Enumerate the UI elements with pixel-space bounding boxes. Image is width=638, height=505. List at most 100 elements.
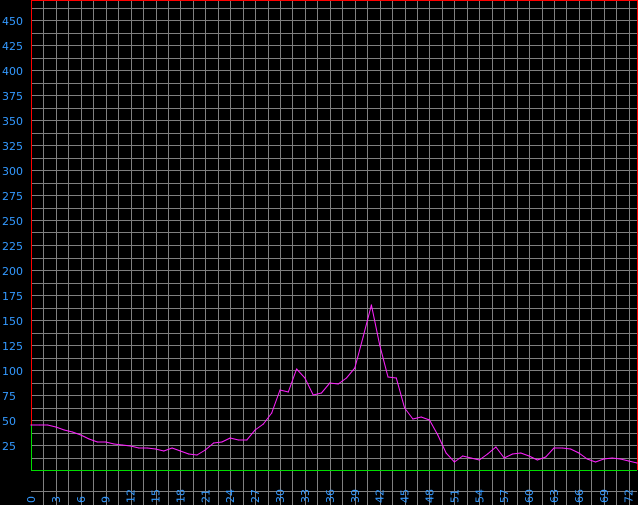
data-point (528, 455, 530, 457)
x-tick-label: 9 (100, 496, 113, 503)
x-tick-label: 54 (473, 489, 486, 503)
x-tick-label: 18 (174, 489, 187, 503)
data-point (55, 426, 57, 428)
data-point (262, 423, 264, 425)
data-point (578, 452, 580, 454)
data-point (495, 446, 497, 448)
data-point (171, 447, 173, 449)
y-tick-label: 450 (2, 15, 23, 28)
data-point (611, 457, 613, 459)
data-point (345, 377, 348, 379)
data-point (88, 438, 90, 440)
data-point (130, 445, 132, 447)
data-point (271, 412, 273, 414)
data-point (428, 419, 431, 421)
data-point (453, 461, 455, 463)
data-point (329, 382, 331, 384)
data-point (105, 441, 107, 443)
y-tick-label: 325 (2, 140, 23, 153)
y-tick-label: 225 (2, 240, 23, 253)
data-point (146, 447, 148, 449)
x-tick-label: 69 (598, 489, 611, 503)
data-point (511, 453, 514, 455)
x-tick-label: 21 (199, 489, 212, 503)
y-tick-label: 375 (2, 90, 23, 103)
data-point (387, 376, 389, 378)
data-point (354, 367, 356, 369)
data-point (80, 434, 82, 436)
data-point (395, 377, 397, 379)
data-point (113, 443, 115, 445)
data-point (221, 441, 223, 443)
x-tick-label: 30 (274, 489, 287, 503)
data-point (470, 457, 472, 459)
data-point (287, 391, 289, 393)
data-point (420, 416, 422, 418)
data-point (279, 389, 281, 391)
x-tick-label: 6 (75, 496, 88, 503)
data-point (213, 442, 215, 444)
data-point (38, 424, 40, 426)
x-tick-label: 39 (349, 489, 362, 503)
data-point (370, 304, 372, 306)
x-tick-label: 36 (324, 489, 337, 503)
x-tick-label: 57 (498, 489, 511, 503)
data-point (379, 344, 381, 346)
data-point (304, 377, 306, 379)
x-tick-label: 45 (399, 489, 412, 503)
y-tick-label: 75 (2, 390, 16, 403)
chart-canvas: 2550751001251501752002252502753003253503… (0, 0, 638, 505)
x-tick-label: 15 (150, 489, 163, 503)
data-point (553, 447, 555, 449)
data-point (594, 461, 597, 463)
data-point (545, 456, 547, 458)
y-tick-label: 175 (2, 290, 23, 303)
y-tick-label: 200 (2, 265, 23, 278)
data-point (63, 429, 65, 431)
data-point (536, 459, 539, 461)
x-tick-label: 24 (224, 489, 237, 503)
data-point (445, 452, 447, 454)
x-tick-label: 51 (448, 489, 461, 503)
data-point (71, 431, 74, 433)
data-point (503, 457, 505, 459)
x-tick-label: 3 (50, 496, 63, 503)
data-point (96, 441, 98, 443)
y-tick-label: 275 (2, 190, 23, 203)
data-point (636, 462, 638, 464)
data-point (296, 368, 298, 370)
data-point (179, 450, 181, 452)
data-point (47, 424, 49, 426)
x-tick-label: 48 (424, 489, 437, 503)
data-point (229, 437, 231, 439)
data-point (619, 458, 622, 460)
x-tick-label: 63 (548, 489, 561, 503)
x-tick-label: 12 (125, 489, 138, 503)
data-point (30, 424, 32, 426)
data-point (412, 418, 414, 420)
data-point (188, 453, 190, 455)
y-tick-label: 150 (2, 315, 23, 328)
data-point (121, 444, 123, 446)
data-point (312, 394, 314, 396)
x-tick-label: 42 (374, 489, 387, 503)
x-tick-label: 66 (573, 489, 586, 503)
y-tick-label: 250 (2, 215, 23, 228)
data-point (204, 449, 206, 451)
data-point (628, 460, 630, 462)
data-point (570, 448, 572, 450)
x-tick-label: 27 (249, 489, 262, 503)
data-point (561, 447, 563, 449)
data-point (163, 450, 165, 452)
y-tick-label: 25 (2, 440, 16, 453)
line-chart: 25 50 75 100 125 150 175 200 225 250 275 300 325 350 3… (0, 0, 638, 505)
data-point (196, 454, 198, 456)
y-tick-label: 400 (2, 65, 23, 78)
data-point (462, 455, 464, 457)
y-tick-label: 125 (2, 340, 23, 353)
data-point (320, 392, 323, 394)
data-point (362, 336, 364, 338)
data-point (586, 458, 588, 460)
y-tick-label: 350 (2, 115, 23, 128)
y-tick-label: 425 (2, 40, 23, 53)
